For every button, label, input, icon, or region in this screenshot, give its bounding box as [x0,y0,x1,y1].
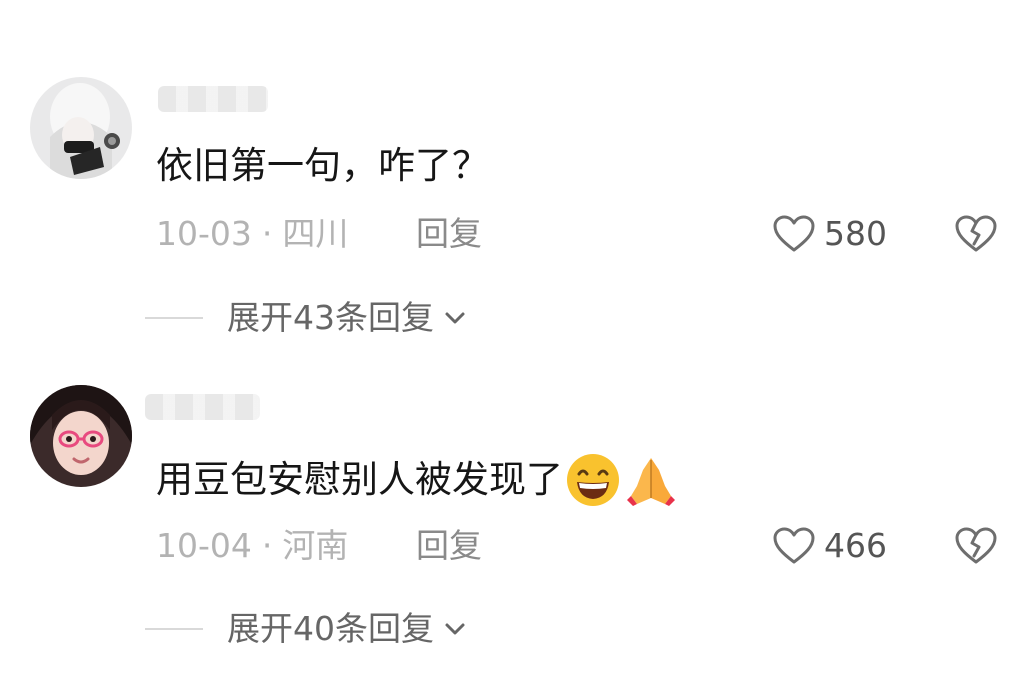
grinning-face-emoji [567,454,619,506]
comment-text: 用豆包安慰别人被发现了 [156,452,679,508]
comment-body: 用豆包安慰别人被发现了 [156,458,563,501]
reply-button[interactable]: 回复 [416,526,482,566]
broken-heart-icon [955,527,997,564]
chevron-down-icon [445,623,465,635]
comment-location: 河南 [282,526,349,565]
expand-divider [145,317,203,319]
folded-hands-emoji [627,458,675,506]
like-button[interactable]: 466 [772,524,887,568]
dislike-button[interactable] [954,524,998,568]
expand-replies[interactable]: 展开40条回复 [145,607,470,651]
comment-date: 10-04 [156,526,252,565]
expand-replies-label: 展开40条回复 [227,609,434,648]
comment-item: 用豆包安慰别人被发现了 10-04 · 河南 回复 466 展开40条回复 [0,0,1026,648]
comment-meta: 10-04 · 河南 [156,526,348,566]
username-blurred[interactable] [145,394,260,420]
like-count: 466 [824,526,887,565]
avatar[interactable] [30,385,132,487]
meta-separator: · [261,526,273,565]
heart-outline-icon [773,527,815,564]
expand-divider [145,628,203,630]
